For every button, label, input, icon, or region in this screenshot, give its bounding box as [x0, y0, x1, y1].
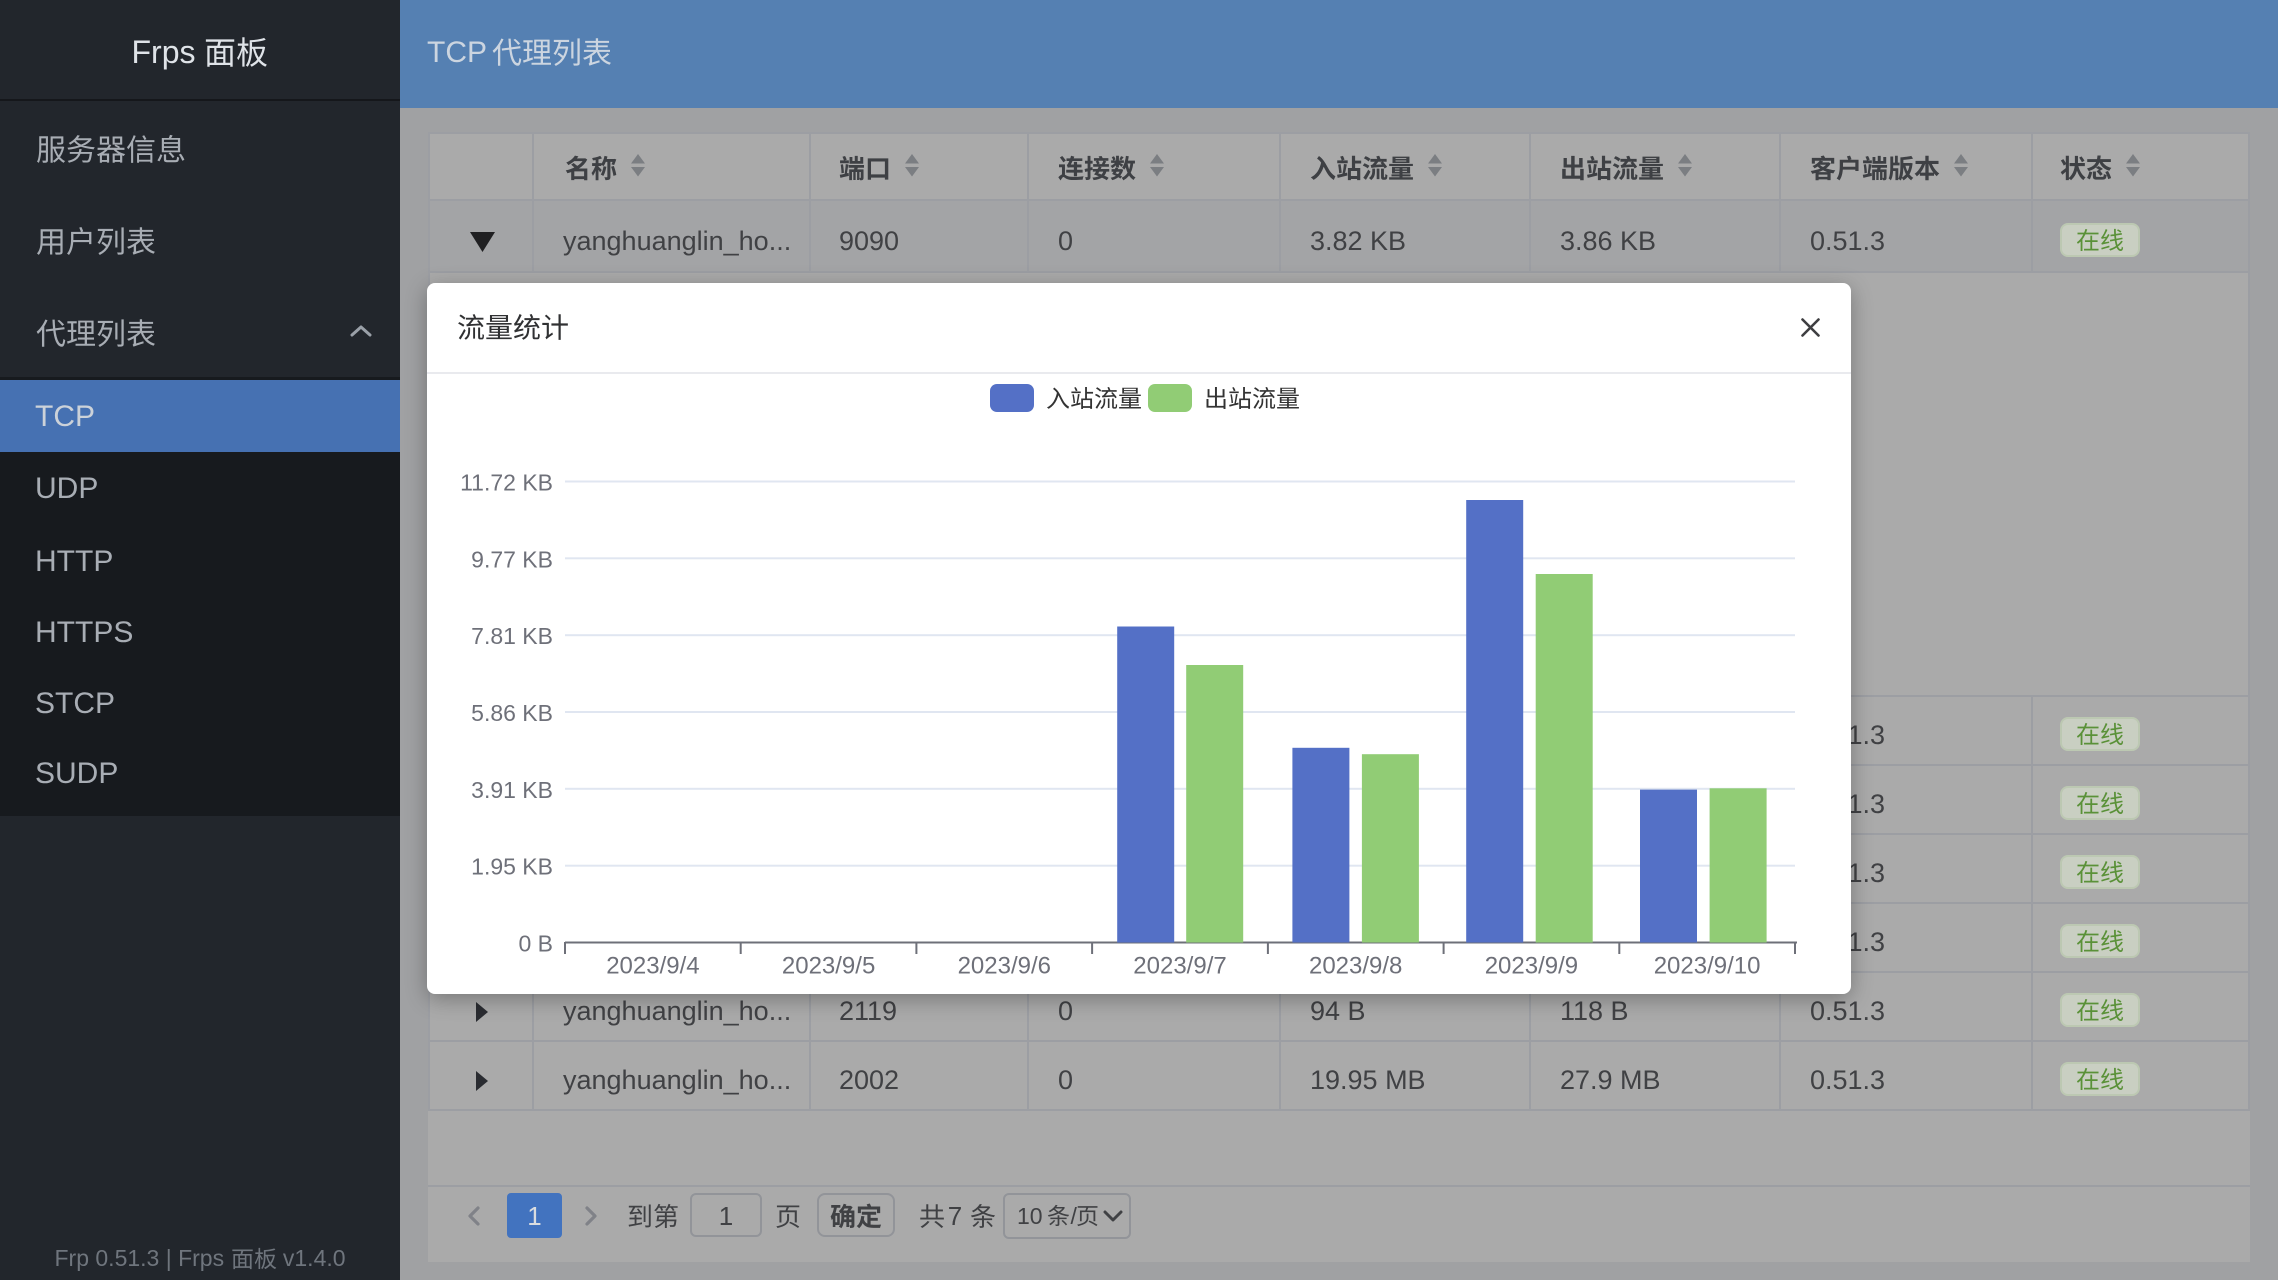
svg-text:5.86 KB: 5.86 KB	[471, 700, 553, 726]
svg-text:2023/9/6: 2023/9/6	[958, 953, 1051, 980]
svg-text:2023/9/9: 2023/9/9	[1485, 953, 1578, 980]
svg-text:1.95 KB: 1.95 KB	[471, 854, 553, 880]
svg-text:3.91 KB: 3.91 KB	[471, 777, 553, 803]
svg-text:7.81 KB: 7.81 KB	[471, 623, 553, 649]
svg-text:11.72 KB: 11.72 KB	[460, 470, 553, 496]
svg-text:2023/9/10: 2023/9/10	[1654, 953, 1761, 980]
svg-text:0 B: 0 B	[518, 931, 553, 957]
svg-text:2023/9/4: 2023/9/4	[606, 953, 699, 980]
svg-text:2023/9/5: 2023/9/5	[782, 953, 875, 980]
svg-text:2023/9/7: 2023/9/7	[1133, 953, 1226, 980]
svg-text:9.77 KB: 9.77 KB	[471, 546, 553, 572]
svg-text:2023/9/8: 2023/9/8	[1309, 953, 1402, 980]
